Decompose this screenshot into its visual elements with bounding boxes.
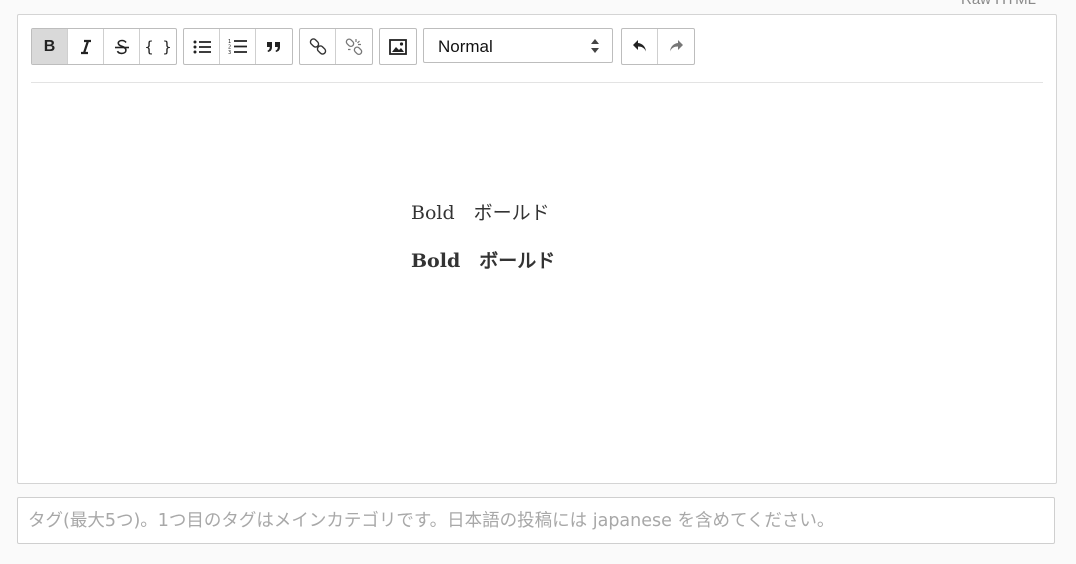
quote-button[interactable] bbox=[256, 29, 292, 64]
select-arrows-icon bbox=[591, 39, 599, 53]
link-button[interactable] bbox=[300, 29, 336, 64]
numbered-list-icon: 123 bbox=[228, 39, 247, 55]
bold-button[interactable]: B bbox=[32, 29, 68, 64]
redo-button[interactable] bbox=[658, 29, 694, 64]
unlink-icon bbox=[345, 37, 363, 55]
link-group bbox=[299, 28, 373, 65]
link-icon bbox=[309, 37, 326, 55]
history-group bbox=[621, 28, 695, 65]
quote-icon bbox=[267, 41, 280, 52]
heading-select-value: Normal bbox=[438, 37, 493, 56]
image-button[interactable] bbox=[380, 29, 416, 64]
code-icon: { } bbox=[144, 37, 172, 56]
list-group: 123 bbox=[183, 28, 293, 65]
undo-icon bbox=[632, 39, 646, 51]
code-button[interactable]: { } bbox=[140, 29, 176, 64]
paragraph-regular: Bold ボールド bbox=[411, 202, 550, 224]
rich-text-editor: B { } 123 Normal Bold ボールド Bold ボールド bbox=[17, 14, 1057, 484]
undo-button[interactable] bbox=[622, 29, 658, 64]
svg-text:3: 3 bbox=[228, 50, 231, 55]
strikethrough-icon bbox=[114, 39, 129, 54]
numbered-list-button[interactable]: 123 bbox=[220, 29, 256, 64]
image-group bbox=[379, 28, 417, 65]
heading-select[interactable]: Normal bbox=[423, 28, 613, 63]
raw-html-toggle[interactable]: Raw HTML bbox=[961, 0, 1036, 8]
italic-icon bbox=[80, 39, 91, 54]
bold-icon: B bbox=[43, 37, 56, 55]
unlink-button[interactable] bbox=[336, 29, 372, 64]
editor-content[interactable]: Bold ボールド Bold ボールド bbox=[18, 83, 1056, 481]
bullet-list-icon bbox=[193, 40, 211, 53]
format-group: B { } bbox=[31, 28, 177, 65]
tags-input[interactable] bbox=[18, 498, 1028, 543]
editor-toolbar: B { } 123 Normal bbox=[31, 28, 1043, 83]
bullet-list-button[interactable] bbox=[184, 29, 220, 64]
strikethrough-button[interactable] bbox=[104, 29, 140, 64]
paragraph-bold: Bold ボールド bbox=[411, 250, 556, 272]
italic-button[interactable] bbox=[68, 29, 104, 64]
image-icon bbox=[389, 38, 407, 55]
redo-icon bbox=[670, 39, 683, 51]
tags-field-wrapper bbox=[17, 497, 1055, 544]
